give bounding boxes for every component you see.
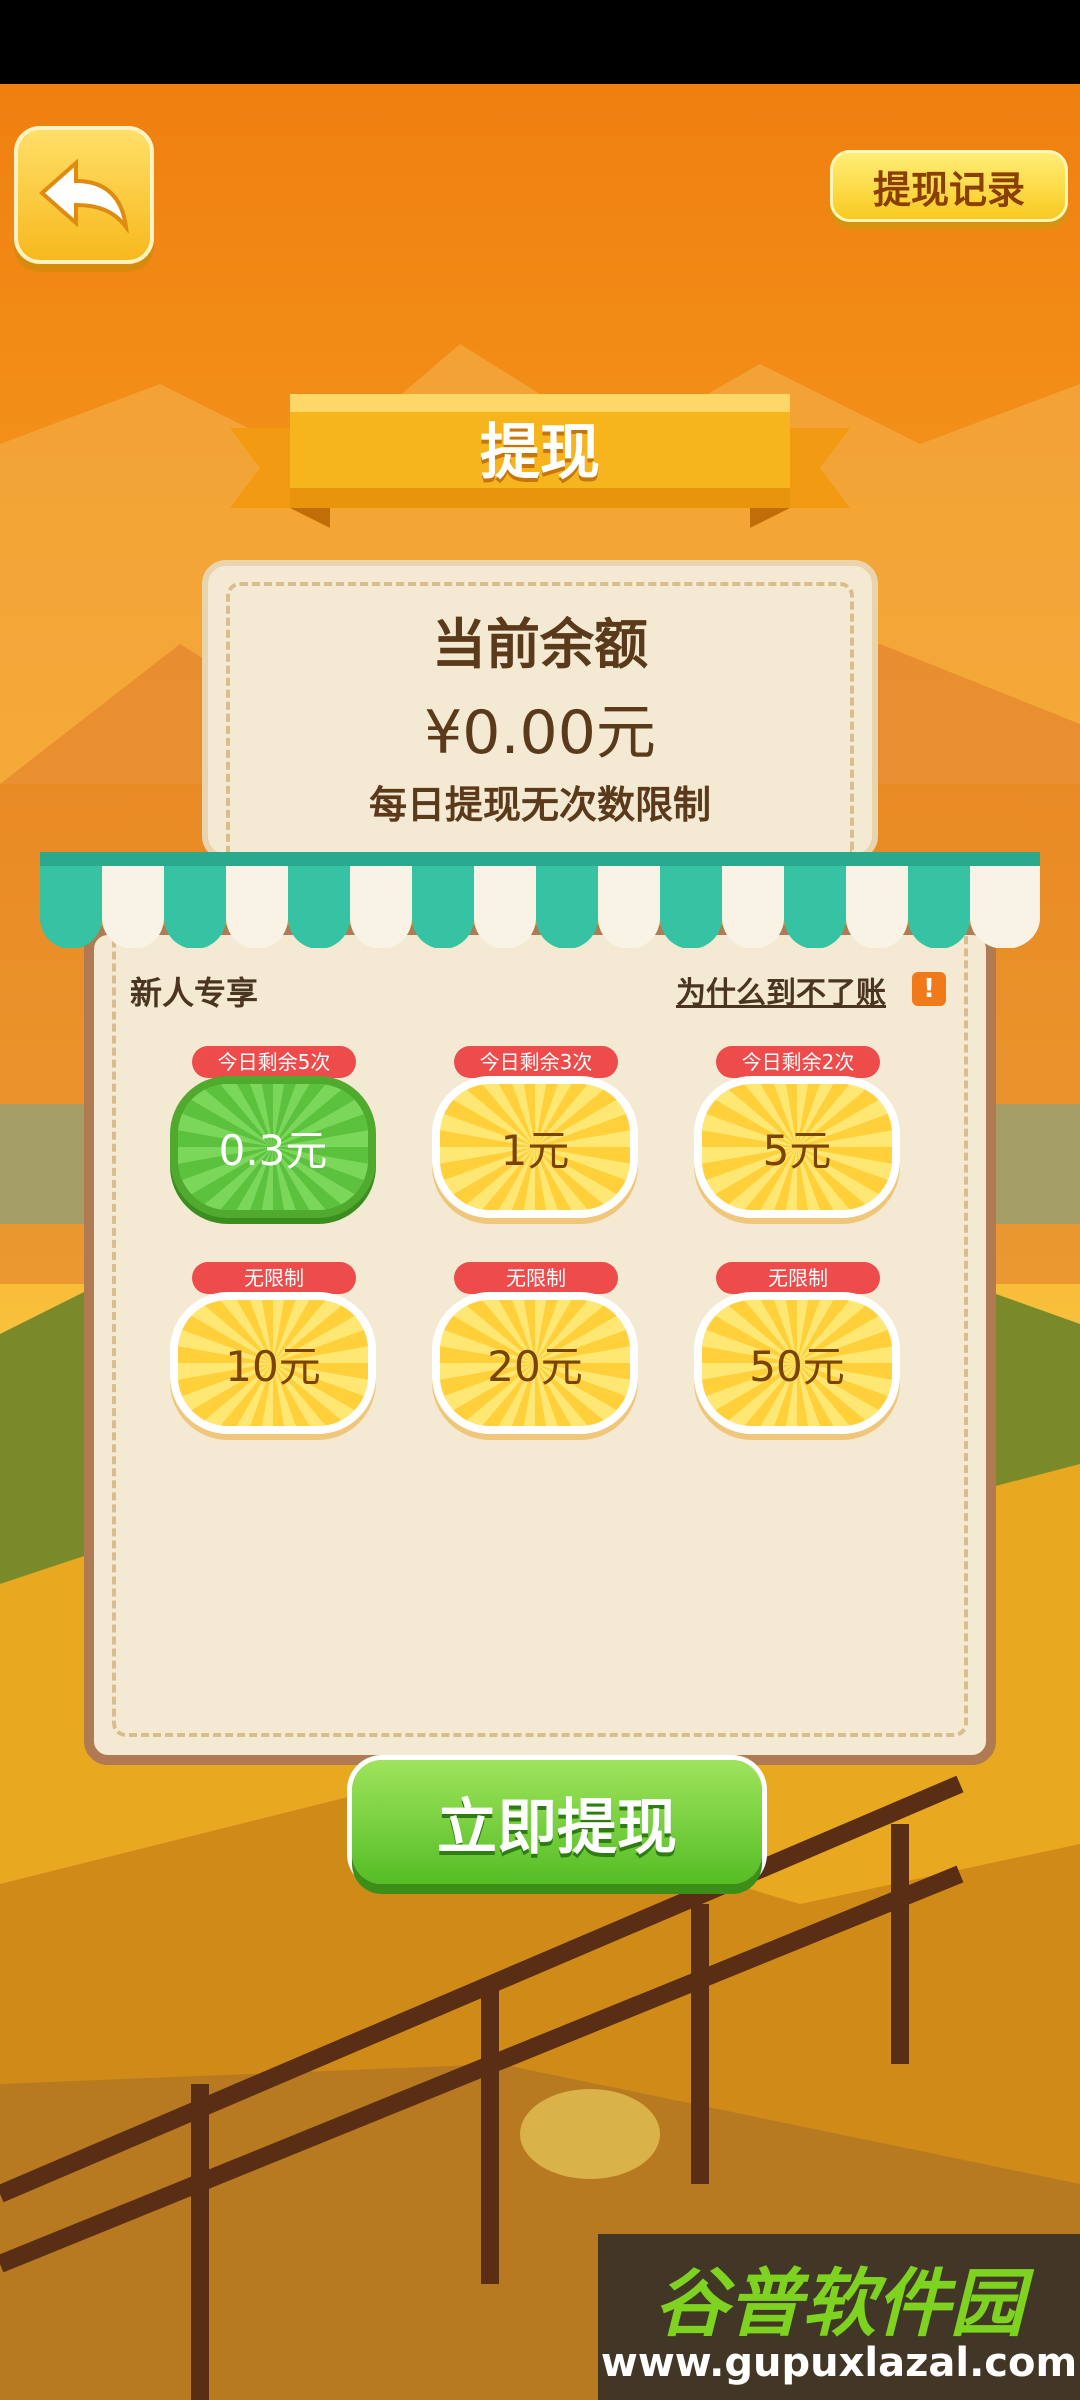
page-title: 提现 xyxy=(480,418,600,488)
balance-note: 每日提现无次数限制 xyxy=(368,783,711,827)
why-not-received-link[interactable]: 为什么到不了账 xyxy=(676,968,886,1012)
option-badge: 今日剩余5次 xyxy=(192,1046,356,1078)
balance-label: 当前余额 xyxy=(432,613,648,676)
amount-option[interactable]: 5元 xyxy=(702,1084,892,1210)
amount-option-selected[interactable]: 0.3元 xyxy=(178,1084,368,1210)
balance-amount: ¥0.00元 xyxy=(424,698,656,768)
option-badge: 无限制 xyxy=(192,1262,356,1294)
warning-icon[interactable]: ! xyxy=(912,972,946,1006)
watermark-url: www.gupuxlazal.com xyxy=(600,2340,1078,2386)
option-badge: 无限制 xyxy=(716,1262,880,1294)
option-badge: 今日剩余3次 xyxy=(454,1046,618,1078)
amount-option[interactable]: 50元 xyxy=(702,1300,892,1426)
amount-option[interactable]: 10元 xyxy=(178,1300,368,1426)
withdraw-record-button[interactable]: 提现记录 xyxy=(830,150,1068,222)
amount-option[interactable]: 20元 xyxy=(440,1300,630,1426)
withdraw-now-button[interactable]: 立即提现 xyxy=(352,1760,762,1884)
watermark-title: 谷普软件园 xyxy=(654,2261,1024,2347)
option-badge: 今日剩余2次 xyxy=(716,1046,880,1078)
back-button[interactable] xyxy=(14,126,154,264)
option-badge: 无限制 xyxy=(454,1262,618,1294)
amount-option[interactable]: 1元 xyxy=(440,1084,630,1210)
new-user-label: 新人专享 xyxy=(130,974,259,1012)
status-bar xyxy=(0,0,1080,84)
back-arrow-icon xyxy=(38,158,129,233)
awning-decoration xyxy=(40,852,1040,948)
